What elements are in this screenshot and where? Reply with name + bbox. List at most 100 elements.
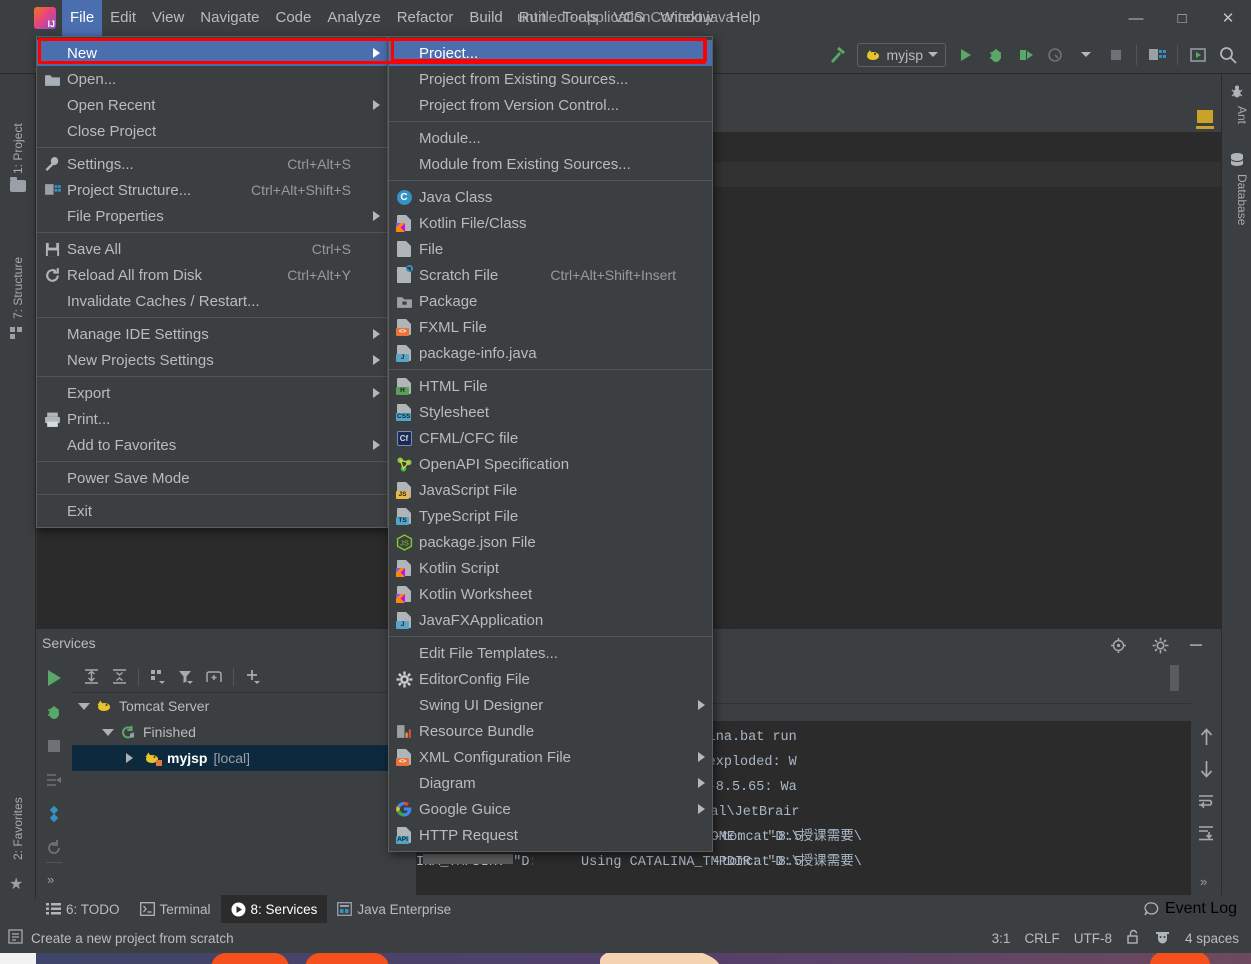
new-menu-item-kotlin-file-class[interactable]: Kotlin File/Class: [389, 210, 712, 236]
file-menu-item-settings[interactable]: Settings... Ctrl+Alt+S: [37, 151, 387, 177]
file-menu-item-new[interactable]: New: [37, 40, 387, 66]
new-menu-item-package[interactable]: Package: [389, 288, 712, 314]
tool-window-tab-6-todo[interactable]: 6: TODO: [36, 895, 130, 923]
close-button[interactable]: ✕: [1205, 0, 1251, 36]
maximize-button[interactable]: □: [1159, 0, 1205, 36]
new-menu-item-kotlin-script[interactable]: Kotlin Script: [389, 555, 712, 581]
new-submenu-popup[interactable]: Project... Project from Existing Sources.…: [388, 36, 713, 852]
new-menu-item-java-class[interactable]: C Java Class: [389, 184, 712, 210]
menu-file[interactable]: File: [62, 0, 103, 36]
build-hammer-icon[interactable]: [822, 42, 852, 68]
menu-run[interactable]: Run: [511, 0, 555, 36]
sidebar-item-structure[interactable]: 7: Structure: [0, 214, 36, 319]
profiler-icon[interactable]: [1041, 42, 1071, 68]
file-menu-item-project-structure[interactable]: Project Structure... Ctrl+Alt+Shift+S: [37, 177, 387, 203]
file-menu-item-file-properties[interactable]: File Properties: [37, 203, 387, 229]
filter-icon[interactable]: [173, 665, 199, 689]
new-menu-item-openapi-specification[interactable]: OpenAPI Specification: [389, 451, 712, 477]
services-restart-icon[interactable]: [36, 831, 72, 865]
file-menu-item-print[interactable]: Print...: [37, 406, 387, 432]
menu-vcs[interactable]: VCS: [605, 0, 652, 36]
expand-all-icon[interactable]: [78, 665, 104, 689]
new-menu-item-fxml-file[interactable]: <> FXML File: [389, 314, 712, 340]
file-menu-popup[interactable]: New Open... Open Recent Close Project Settin…: [36, 36, 388, 528]
project-structure-icon[interactable]: [1142, 42, 1172, 68]
collapse-all-icon[interactable]: [106, 665, 132, 689]
new-menu-item-stylesheet[interactable]: CSS Stylesheet: [389, 399, 712, 425]
menu-refactor[interactable]: Refactor: [389, 0, 462, 36]
caret-position[interactable]: 3:1: [992, 931, 1011, 946]
scroll-up-icon[interactable]: [1191, 721, 1221, 753]
stop-icon[interactable]: [1101, 42, 1131, 68]
new-menu-item-edit-file-templates[interactable]: Edit File Templates...: [389, 640, 712, 666]
menu-window[interactable]: Window: [652, 0, 721, 36]
services-rerun-icon[interactable]: [36, 763, 72, 797]
debug-icon[interactable]: [981, 42, 1011, 68]
tool-window-tab-8-services[interactable]: 8: Services: [220, 895, 328, 923]
new-menu-item-kotlin-worksheet[interactable]: Kotlin Worksheet: [389, 581, 712, 607]
new-menu-item-package-json-file[interactable]: JS package.json File: [389, 529, 712, 555]
group-by-icon[interactable]: [145, 665, 171, 689]
update-application-icon[interactable]: [1183, 42, 1213, 68]
file-menu-item-save-all[interactable]: Save All Ctrl+S: [37, 236, 387, 262]
file-menu-item-close-project[interactable]: Close Project: [37, 118, 387, 144]
file-menu-item-open[interactable]: Open...: [37, 66, 387, 92]
services-deploy-icon[interactable]: [36, 797, 72, 831]
tool-window-tab-terminal[interactable]: Terminal: [130, 895, 221, 923]
file-menu-item-manage-ide-settings[interactable]: Manage IDE Settings: [37, 321, 387, 347]
run-configuration-selector[interactable]: myjsp: [857, 42, 946, 67]
sidebar-item-project[interactable]: 1: Project: [0, 84, 36, 174]
hide-window-icon[interactable]: [1185, 635, 1207, 655]
sidebar-item-favorites[interactable]: 2: Favorites: [0, 764, 36, 860]
sidebar-item-ant[interactable]: Ant: [1224, 106, 1251, 144]
search-everywhere-icon[interactable]: [1213, 42, 1243, 68]
services-tree[interactable]: Tomcat Server Finished myjsp [local]: [72, 693, 416, 899]
menu-help[interactable]: Help: [722, 0, 769, 36]
new-menu-item-resource-bundle[interactable]: Resource Bundle: [389, 718, 712, 744]
services-debug-icon[interactable]: [36, 695, 72, 729]
new-menu-item-module[interactable]: Module...: [389, 125, 712, 151]
chevron-down-icon[interactable]: [102, 728, 120, 736]
new-menu-item-javascript-file[interactable]: JS JavaScript File: [389, 477, 712, 503]
menu-build[interactable]: Build: [461, 0, 510, 36]
new-menu-item-cfml-cfc-file[interactable]: Cf CFML/CFC file: [389, 425, 712, 451]
file-menu-item-reload-all-from-disk[interactable]: Reload All from Disk Ctrl+Alt+Y: [37, 262, 387, 288]
file-menu-item-open-recent[interactable]: Open Recent: [37, 92, 387, 118]
hector-icon[interactable]: [1154, 929, 1171, 948]
file-encoding[interactable]: UTF-8: [1074, 931, 1112, 946]
console-scrollbar[interactable]: [1170, 665, 1179, 691]
tree-row[interactable]: Finished: [72, 719, 416, 745]
minimize-button[interactable]: —: [1113, 0, 1159, 36]
new-menu-item-xml-configuration-file[interactable]: <> XML Configuration File: [389, 744, 712, 770]
add-service-icon[interactable]: [240, 665, 266, 689]
file-menu-item-add-to-favorites[interactable]: Add to Favorites: [37, 432, 387, 458]
chevron-down-icon[interactable]: [78, 702, 96, 710]
console-side-expand-icon[interactable]: »: [1200, 874, 1207, 889]
services-stop-icon[interactable]: [36, 729, 72, 763]
sidebar-item-database[interactable]: Database: [1224, 174, 1251, 260]
new-menu-item-file[interactable]: File: [389, 236, 712, 262]
run-icon[interactable]: [951, 42, 981, 68]
tree-row[interactable]: myjsp [local]: [72, 745, 416, 771]
services-run-icon[interactable]: [36, 661, 72, 695]
new-menu-item-http-request[interactable]: API HTTP Request: [389, 822, 712, 848]
soft-wrap-icon[interactable]: [1191, 785, 1221, 817]
menu-bar[interactable]: File Edit View Navigate Code Analyze Refactor B…: [62, 0, 768, 36]
new-menu-item-javafxapplication[interactable]: J JavaFXApplication: [389, 607, 712, 633]
new-menu-item-package-info-java[interactable]: Jpackage-info.java: [389, 340, 712, 366]
menu-view[interactable]: View: [144, 0, 192, 36]
unlocked-icon[interactable]: [1126, 929, 1140, 948]
menu-tools[interactable]: Tools: [554, 0, 605, 36]
new-menu-item-project-from-existing-sources[interactable]: Project from Existing Sources...: [389, 66, 712, 92]
new-menu-item-google-guice[interactable]: Google Guice: [389, 796, 712, 822]
menu-edit[interactable]: Edit: [102, 0, 144, 36]
run-with-coverage-icon[interactable]: [1011, 42, 1041, 68]
new-menu-item-diagram[interactable]: Diagram: [389, 770, 712, 796]
event-log-button[interactable]: Event Log: [1144, 900, 1251, 918]
tool-window-tab-java-enterprise[interactable]: Java Enterprise: [327, 895, 461, 923]
add-tab-icon[interactable]: [201, 665, 227, 689]
tree-row[interactable]: Tomcat Server: [72, 693, 416, 719]
menu-analyze[interactable]: Analyze: [319, 0, 388, 36]
new-menu-item-swing-ui-designer[interactable]: Swing UI Designer: [389, 692, 712, 718]
new-menu-item-scratch-file[interactable]: Scratch File Ctrl+Alt+Shift+Insert: [389, 262, 712, 288]
